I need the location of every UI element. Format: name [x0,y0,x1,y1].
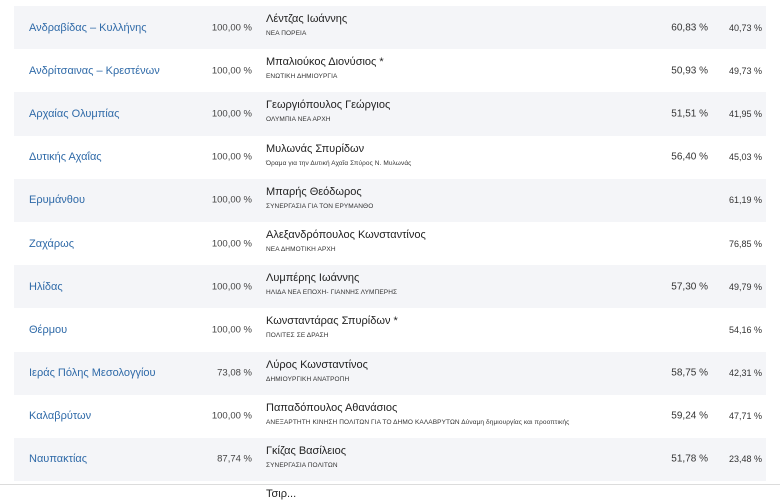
table-row: Ηλίδας 100,00 % Λυμπέρης Ιωάννης ΗΛΙΔΑ Ν… [14,265,766,309]
second-round-percentage: 57,30 % [671,281,708,293]
row-divider [0,484,780,485]
second-round-percentage: 58,75 % [671,367,708,379]
candidate-name: Λύρος Κωνσταντίνος [266,358,368,371]
party-name: ΣΥΝΕΡΓΑΣΙΑ ΠΟΛΙΤΩΝ [266,461,338,469]
second-round-percentage: 51,51 % [671,108,708,120]
table-row: Δυτικής Αχαΐας 100,00 % Μυλωνάς Σπυρίδων… [14,135,766,179]
counted-percentage: 100,00 % [211,22,252,34]
table-row: Ζαχάρως 100,00 % Αλεξανδρόπουλος Κωνσταν… [14,221,766,266]
table-row: Ανδραβίδας – Κυλλήνης 100,00 % Λέντζας Ι… [14,6,766,50]
first-round-percentage: 42,31 % [728,368,762,379]
candidate-info: Λέντζας Ιωάννης ΝΕΑ ΠΟΡΕΙΑ [266,13,347,39]
first-round-percentage: 49,73 % [728,65,762,76]
second-round-percentage: 56,40 % [671,151,708,163]
municipality-link[interactable]: Ερυμάνθου [29,194,85,206]
first-round-percentage: 41,95 % [728,108,762,119]
candidate-info: Γκίζας Βασίλειος ΣΥΝΕΡΓΑΣΙΑ ΠΟΛΙΤΩΝ [266,445,346,471]
party-name: Όραμα για την Δυτική Αχαΐα Σπύρος Ν. Μυλ… [266,159,412,167]
counted-percentage: 100,00 % [211,324,252,336]
counted-percentage: 73,08 % [217,367,252,379]
municipality-link[interactable]: Αρχαίας Ολυμπίας [29,108,119,120]
counted-percentage: 100,00 % [211,238,252,250]
municipality-link[interactable]: Ηλίδας [29,281,63,293]
table-row: Ανδρίτσαινας – Κρεστένων 100,00 % Μπαλιο… [14,49,766,93]
municipality-link[interactable]: Ανδραβίδας – Κυλλήνης [29,22,147,34]
party-name: ΑΝΕΞΑΡΤΗΤΗ ΚΙΝΗΣΗ ΠΟΛΙΤΩΝ ΓΙΑ ΤΟ ΔΗΜΟ ΚΑ… [266,418,570,426]
party-name: ΠΟΛΙΤΕΣ ΣΕ ΔΡΑΣΗ [266,332,329,340]
candidate-info: Μπαλιούκος Διονύσιος * ΕΝΩΤΙΚΗ ΔΗΜΙΟΥΡΓΙ… [266,56,384,82]
table-row: Ερυμάνθου 100,00 % Μπαρής Θεόδωρος ΣΥΝΕΡ… [14,178,766,222]
second-round-percentage: 50,93 % [671,65,708,77]
table-row: Καλαβρύτων 100,00 % Παπαδόπουλος Αθανάσι… [14,394,766,438]
first-round-percentage: 45,03 % [728,152,762,163]
party-name: ΝΕΑ ΠΟΡΕΙΑ [266,30,307,37]
candidate-name: Αλεξανδρόπουλος Κωνσταντίνος [266,228,426,241]
table-row: Ιεράς Πόλης Μεσολογγίου 73,08 % Λύρος Κω… [14,351,766,395]
candidate-info: Μπαρής Θεόδωρος ΣΥΝΕΡΓΑΣΙΑ ΓΙΑ ΤΟΝ ΕΡΥΜΑ… [266,186,373,212]
candidate-info: Γεωργιόπουλος Γεώργιος ΟΛΥΜΠΙΑ ΝΕΑ ΑΡΧΗ [266,99,390,125]
election-results-page: Ανδραβίδας – Κυλλήνης 100,00 % Λέντζας Ι… [0,0,780,500]
candidate-name: Μυλωνάς Σπυρίδων [266,142,365,155]
candidate-name: Κωνσταντάρας Σπυρίδων * [266,315,398,328]
municipality-link[interactable]: Δυτικής Αχαΐας [29,151,102,163]
table-row: Ναυπακτίας 87,74 % Γκίζας Βασίλειος ΣΥΝΕ… [14,437,766,482]
partial-candidate-name: Τσιρ... [266,488,297,500]
party-name: ΕΝΩΤΙΚΗ ΔΗΜΙΟΥΡΓΙΑ [266,73,338,81]
candidate-info: Παπαδόπουλος Αθανάσιος ΑΝΕΞΑΡΤΗΤΗ ΚΙΝΗΣΗ… [266,402,569,428]
candidate-name: Λέντζας Ιωάννης [266,13,348,25]
party-name: ΣΥΝΕΡΓΑΣΙΑ ΓΙΑ ΤΟΝ ΕΡΥΜΑΝΘΟ [266,202,374,210]
party-name: ΝΕΑ ΔΗΜΟΤΙΚΗ ΑΡΧΗ [266,245,336,253]
results-table: Ανδραβίδας – Κυλλήνης 100,00 % Λέντζας Ι… [14,6,766,482]
candidate-name: Λυμπέρης Ιωάννης [266,272,360,285]
municipality-link[interactable]: Ιεράς Πόλης Μεσολογγίου [29,367,156,379]
municipality-link[interactable]: Ανδρίτσαινας – Κρεστένων [29,65,160,77]
first-round-percentage: 76,85 % [728,238,762,249]
counted-percentage: 100,00 % [211,108,252,120]
candidate-info: Λύρος Κωνσταντίνος ΔΗΜΙΟΥΡΓΙΚΗ ΑΝΑΤΡΟΠΗ [266,359,368,385]
counted-percentage: 100,00 % [211,65,252,77]
candidate-name: Παπαδόπουλος Αθανάσιος [266,401,398,414]
party-name: ΟΛΥΜΠΙΑ ΝΕΑ ΑΡΧΗ [266,116,331,124]
table-row: Θέρμου 100,00 % Κωνσταντάρας Σπυρίδων * … [14,308,766,352]
table-row: Αρχαίας Ολυμπίας 100,00 % Γεωργιόπουλος … [14,92,766,136]
candidate-name: Μπαρής Θεόδωρος [266,185,362,198]
second-round-percentage: 59,24 % [671,410,708,422]
candidate-info: Μυλωνάς Σπυρίδων Όραμα για την Δυτική Αχ… [266,143,411,169]
counted-percentage: 87,74 % [217,453,252,465]
first-round-percentage: 49,79 % [728,281,762,292]
first-round-percentage: 54,16 % [728,324,762,335]
municipality-link[interactable]: Ζαχάρως [29,238,74,250]
municipality-link[interactable]: Ναυπακτίας [29,453,87,465]
first-round-percentage: 23,48 % [728,454,762,465]
first-round-percentage: 40,73 % [728,22,762,33]
counted-percentage: 100,00 % [211,281,252,293]
municipality-link[interactable]: Θέρμου [29,324,67,336]
candidate-info: Κωνσταντάρας Σπυρίδων * ΠΟΛΙΤΕΣ ΣΕ ΔΡΑΣΗ [266,315,398,341]
candidate-name: Μπαλιούκος Διονύσιος * [266,56,384,69]
municipality-link[interactable]: Καλαβρύτων [29,410,91,422]
counted-percentage: 100,00 % [211,151,252,163]
counted-percentage: 100,00 % [211,410,252,422]
second-round-percentage: 60,83 % [671,22,708,34]
counted-percentage: 100,00 % [211,194,252,206]
candidate-info: Λυμπέρης Ιωάννης ΗΛΙΔΑ ΝΕΑ ΕΠΟΧΗ- ΓΙΑΝΝΗ… [266,272,397,298]
candidate-info: Αλεξανδρόπουλος Κωνσταντίνος ΝΕΑ ΔΗΜΟΤΙΚ… [266,229,426,255]
candidate-name: Γκίζας Βασίλειος [266,444,347,457]
candidate-name: Γεωργιόπουλος Γεώργιος [266,99,391,112]
first-round-percentage: 61,19 % [728,195,762,206]
party-name: ΗΛΙΔΑ ΝΕΑ ΕΠΟΧΗ- ΓΙΑΝΝΗΣ ΛΥΜΠΕΡΗΣ [266,289,398,297]
first-round-percentage: 47,71 % [728,411,762,422]
party-name: ΔΗΜΙΟΥΡΓΙΚΗ ΑΝΑΤΡΟΠΗ [266,375,350,383]
second-round-percentage: 51,78 % [671,453,708,465]
